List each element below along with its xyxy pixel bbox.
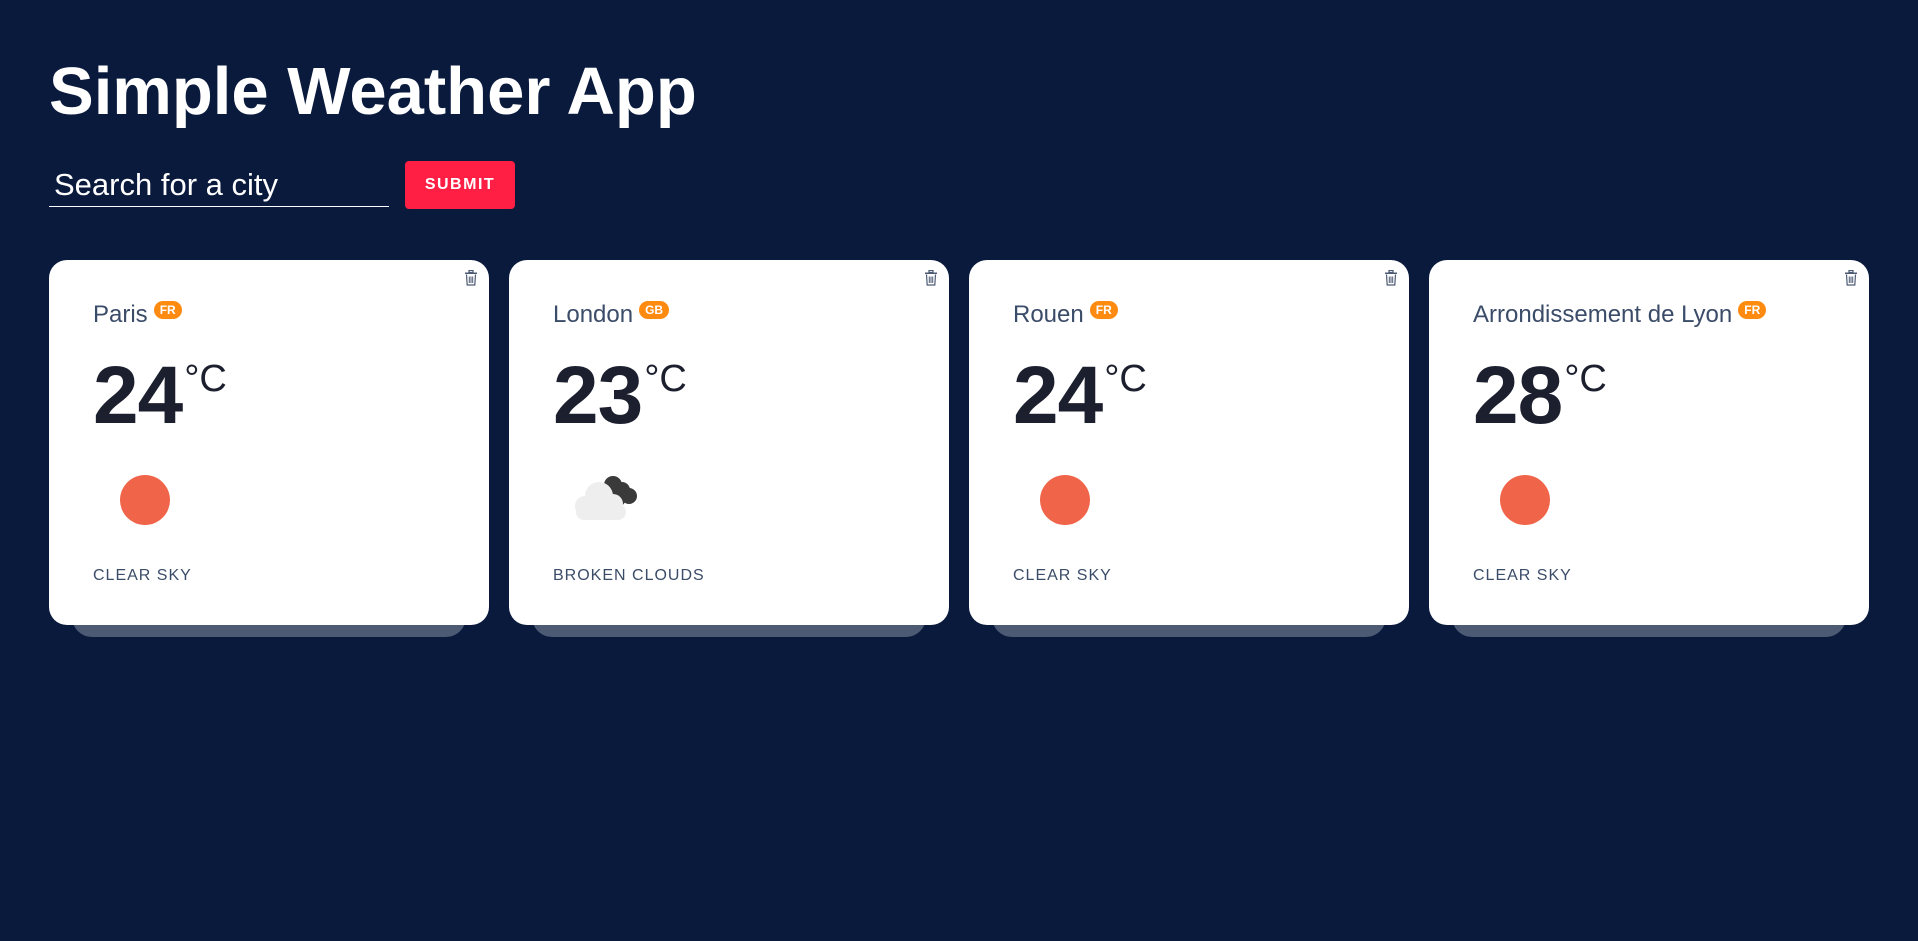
temperature-unit: °C	[644, 358, 687, 400]
temperature-value: 24	[1013, 350, 1103, 441]
weather-card-list: Paris FR 24 °C CLEAR SKY London GB 23 °C…	[49, 260, 1869, 637]
temperature: 24 °C	[93, 353, 227, 439]
city-name: London	[553, 301, 634, 328]
country-badge: GB	[639, 301, 670, 319]
delete-button[interactable]	[461, 268, 481, 288]
trash-icon	[925, 270, 937, 286]
delete-button[interactable]	[1841, 268, 1861, 288]
weather-card-container: London GB 23 °C BROKEN CLOUDS	[509, 260, 949, 637]
trash-icon	[1385, 270, 1397, 286]
weather-card: Arrondissement de Lyon FR 28 °C CLEAR SK…	[1429, 260, 1869, 625]
weather-card-container: Paris FR 24 °C CLEAR SKY	[49, 260, 489, 637]
city-row: Paris FR	[93, 300, 182, 330]
sun-icon	[1040, 475, 1090, 525]
temperature-unit: °C	[184, 358, 227, 400]
sun-icon	[120, 475, 170, 525]
weather-card: Paris FR 24 °C CLEAR SKY	[49, 260, 489, 625]
city-row: Arrondissement de Lyon FR	[1473, 300, 1767, 330]
submit-button[interactable]: SUBMIT	[405, 161, 515, 209]
weather-description: CLEAR SKY	[1473, 567, 1572, 584]
trash-icon	[1845, 270, 1857, 286]
city-row: London GB	[553, 300, 670, 330]
city-name: Rouen	[1013, 301, 1084, 328]
search-form: SUBMIT	[49, 161, 515, 209]
temperature: 23 °C	[553, 353, 687, 439]
weather-card: Rouen FR 24 °C CLEAR SKY	[969, 260, 1409, 625]
temperature-value: 24	[93, 350, 183, 441]
weather-card-container: Rouen FR 24 °C CLEAR SKY	[969, 260, 1409, 637]
weather-description: CLEAR SKY	[93, 567, 192, 584]
temperature: 24 °C	[1013, 353, 1147, 439]
sun-icon	[1500, 475, 1550, 525]
weather-description: CLEAR SKY	[1013, 567, 1112, 584]
temperature-value: 23	[553, 350, 643, 441]
temperature-value: 28	[1473, 350, 1563, 441]
weather-card-container: Arrondissement de Lyon FR 28 °C CLEAR SK…	[1429, 260, 1869, 637]
page-title: Simple Weather App	[49, 54, 697, 129]
weather-description: BROKEN CLOUDS	[553, 567, 705, 584]
country-badge: FR	[153, 301, 182, 319]
weather-card: London GB 23 °C BROKEN CLOUDS	[509, 260, 949, 625]
city-name: Arrondissement de Lyon	[1473, 301, 1733, 328]
search-input[interactable]	[49, 163, 389, 207]
city-row: Rouen FR	[1013, 300, 1118, 330]
temperature: 28 °C	[1473, 353, 1607, 439]
trash-icon	[465, 270, 477, 286]
temperature-unit: °C	[1104, 358, 1147, 400]
broken-clouds-icon	[575, 476, 637, 520]
temperature-unit: °C	[1564, 358, 1607, 400]
city-name: Paris	[93, 301, 148, 328]
country-badge: FR	[1089, 301, 1118, 319]
country-badge: FR	[1738, 301, 1767, 319]
delete-button[interactable]	[921, 268, 941, 288]
delete-button[interactable]	[1381, 268, 1401, 288]
